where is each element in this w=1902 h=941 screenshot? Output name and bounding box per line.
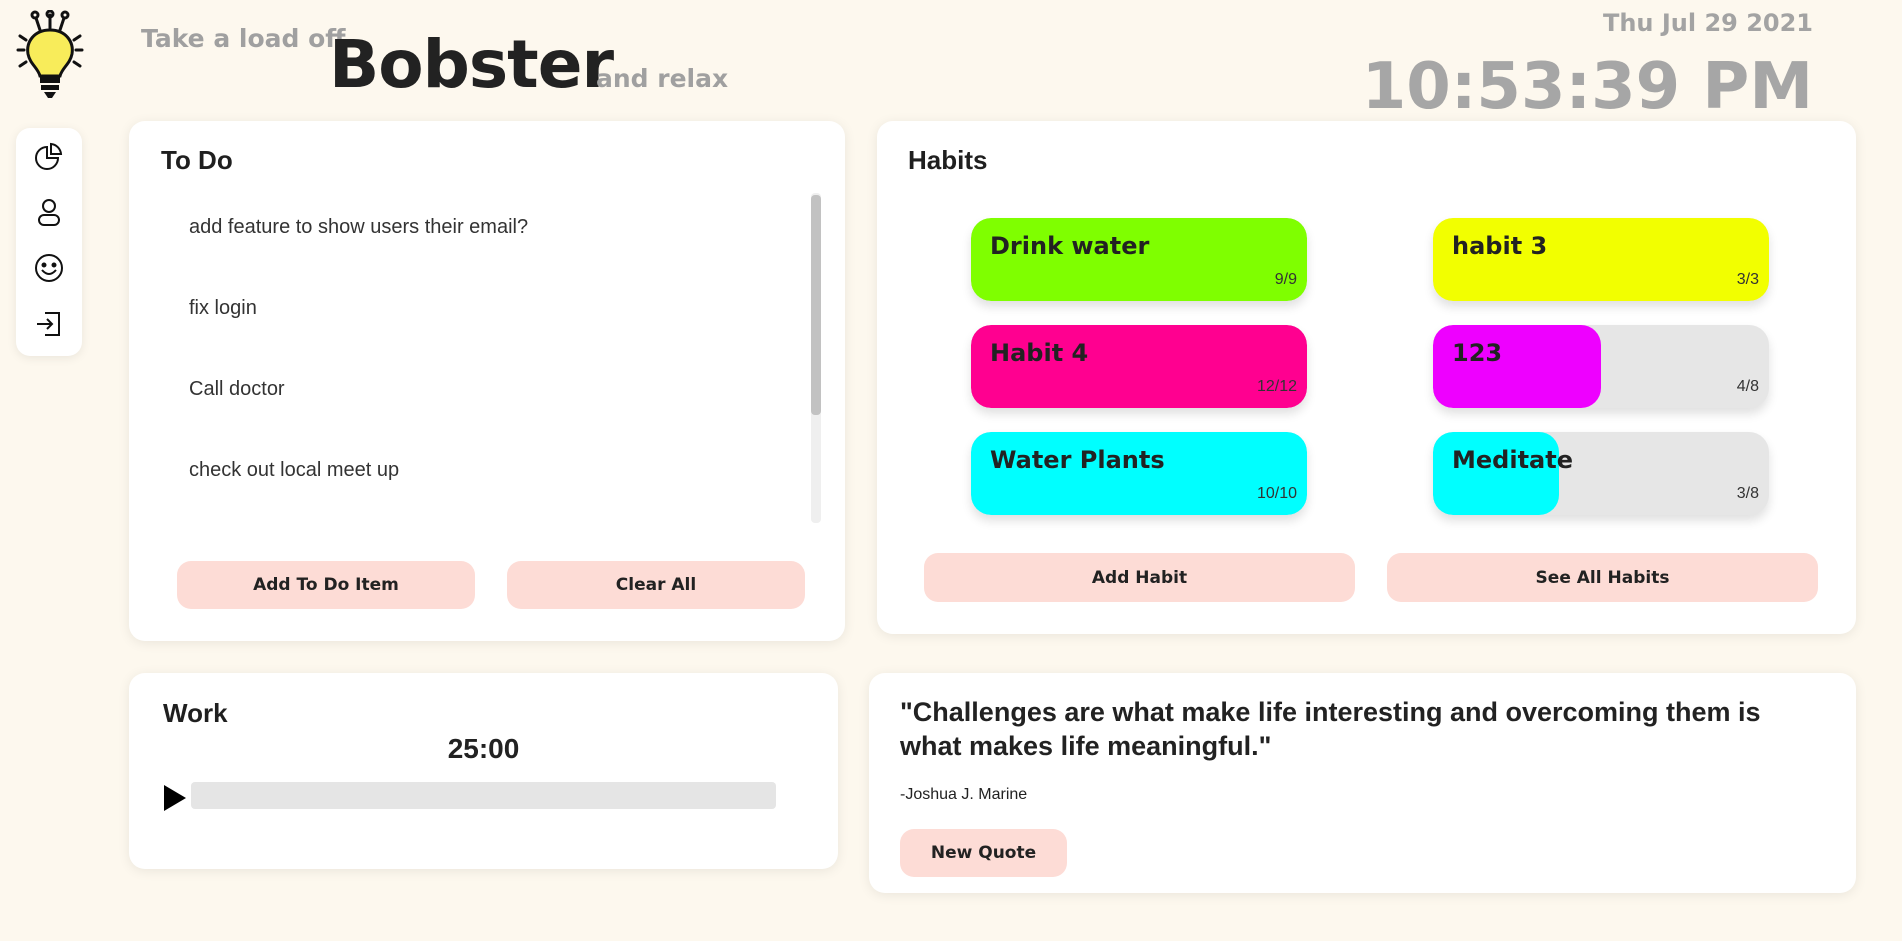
work-card: Work 25:00 <box>129 673 838 869</box>
habits-card: Habits Drink water 9/9 habit 3 3/3 Habit… <box>877 121 1856 634</box>
current-date: Thu Jul 29 2021 <box>1602 9 1813 37</box>
habit-item[interactable]: Habit 4 12/12 <box>971 325 1307 408</box>
work-title: Work <box>163 698 228 728</box>
lightbulb-icon <box>14 9 86 100</box>
habit-item[interactable]: Water Plants 10/10 <box>971 432 1307 515</box>
todo-card: To Do add feature to show users their em… <box>129 121 845 641</box>
see-all-habits-button[interactable]: See All Habits <box>1387 553 1818 602</box>
habit-item[interactable]: Drink water 9/9 <box>971 218 1307 301</box>
habit-name: 123 <box>1452 339 1503 367</box>
todo-scrollbar[interactable] <box>811 193 821 523</box>
quote-author: -Joshua J. Marine <box>900 786 1028 803</box>
todo-item[interactable]: add feature to show users their email? <box>189 213 809 294</box>
habit-name: Meditate <box>1452 446 1573 474</box>
habit-name: Water Plants <box>990 446 1165 474</box>
smiley-icon[interactable] <box>33 252 65 284</box>
habit-name: habit 3 <box>1452 232 1548 260</box>
tagline-prefix: Take a load off <box>141 24 346 53</box>
add-habit-button[interactable]: Add Habit <box>924 553 1355 602</box>
play-icon[interactable] <box>162 783 188 813</box>
add-todo-button[interactable]: Add To Do Item <box>177 561 475 609</box>
habit-item[interactable]: Meditate 3/8 <box>1433 432 1769 515</box>
habit-item[interactable]: 123 4/8 <box>1433 325 1769 408</box>
quote-text: "Challenges are what make life interesti… <box>900 697 1761 761</box>
habit-item[interactable]: habit 3 3/3 <box>1433 218 1769 301</box>
sidebar <box>16 128 82 356</box>
habit-count: 12/12 <box>1256 378 1297 395</box>
work-timer: 25:00 <box>447 733 520 764</box>
todo-item[interactable]: check out local meet up <box>189 456 809 537</box>
habit-count: 3/3 <box>1736 271 1759 288</box>
todo-title: To Do <box>161 145 233 175</box>
tagline-suffix: and relax <box>596 64 729 93</box>
current-time: 10:53:39 PM <box>1361 50 1813 124</box>
brand-title: Bobster <box>329 26 614 103</box>
timer-progress-bar <box>191 782 776 809</box>
habit-count: 10/10 <box>1256 485 1297 502</box>
habit-name: Habit 4 <box>990 339 1089 367</box>
pie-chart-icon[interactable] <box>33 140 65 172</box>
habit-count: 9/9 <box>1274 271 1297 288</box>
habit-name: Drink water <box>990 232 1150 260</box>
todo-list: add feature to show users their email? f… <box>189 213 809 537</box>
user-icon[interactable] <box>33 196 65 228</box>
login-icon[interactable] <box>33 308 65 340</box>
new-quote-button[interactable]: New Quote <box>900 829 1067 877</box>
habit-count: 4/8 <box>1736 378 1759 395</box>
quote-card: "Challenges are what make life interesti… <box>869 673 1856 893</box>
todo-item[interactable]: fix login <box>189 294 809 375</box>
habits-title: Habits <box>908 145 988 175</box>
todo-item[interactable]: Call doctor <box>189 375 809 456</box>
habit-count: 3/8 <box>1736 485 1759 502</box>
clear-all-button[interactable]: Clear All <box>507 561 805 609</box>
todo-scrollbar-thumb[interactable] <box>811 195 821 415</box>
